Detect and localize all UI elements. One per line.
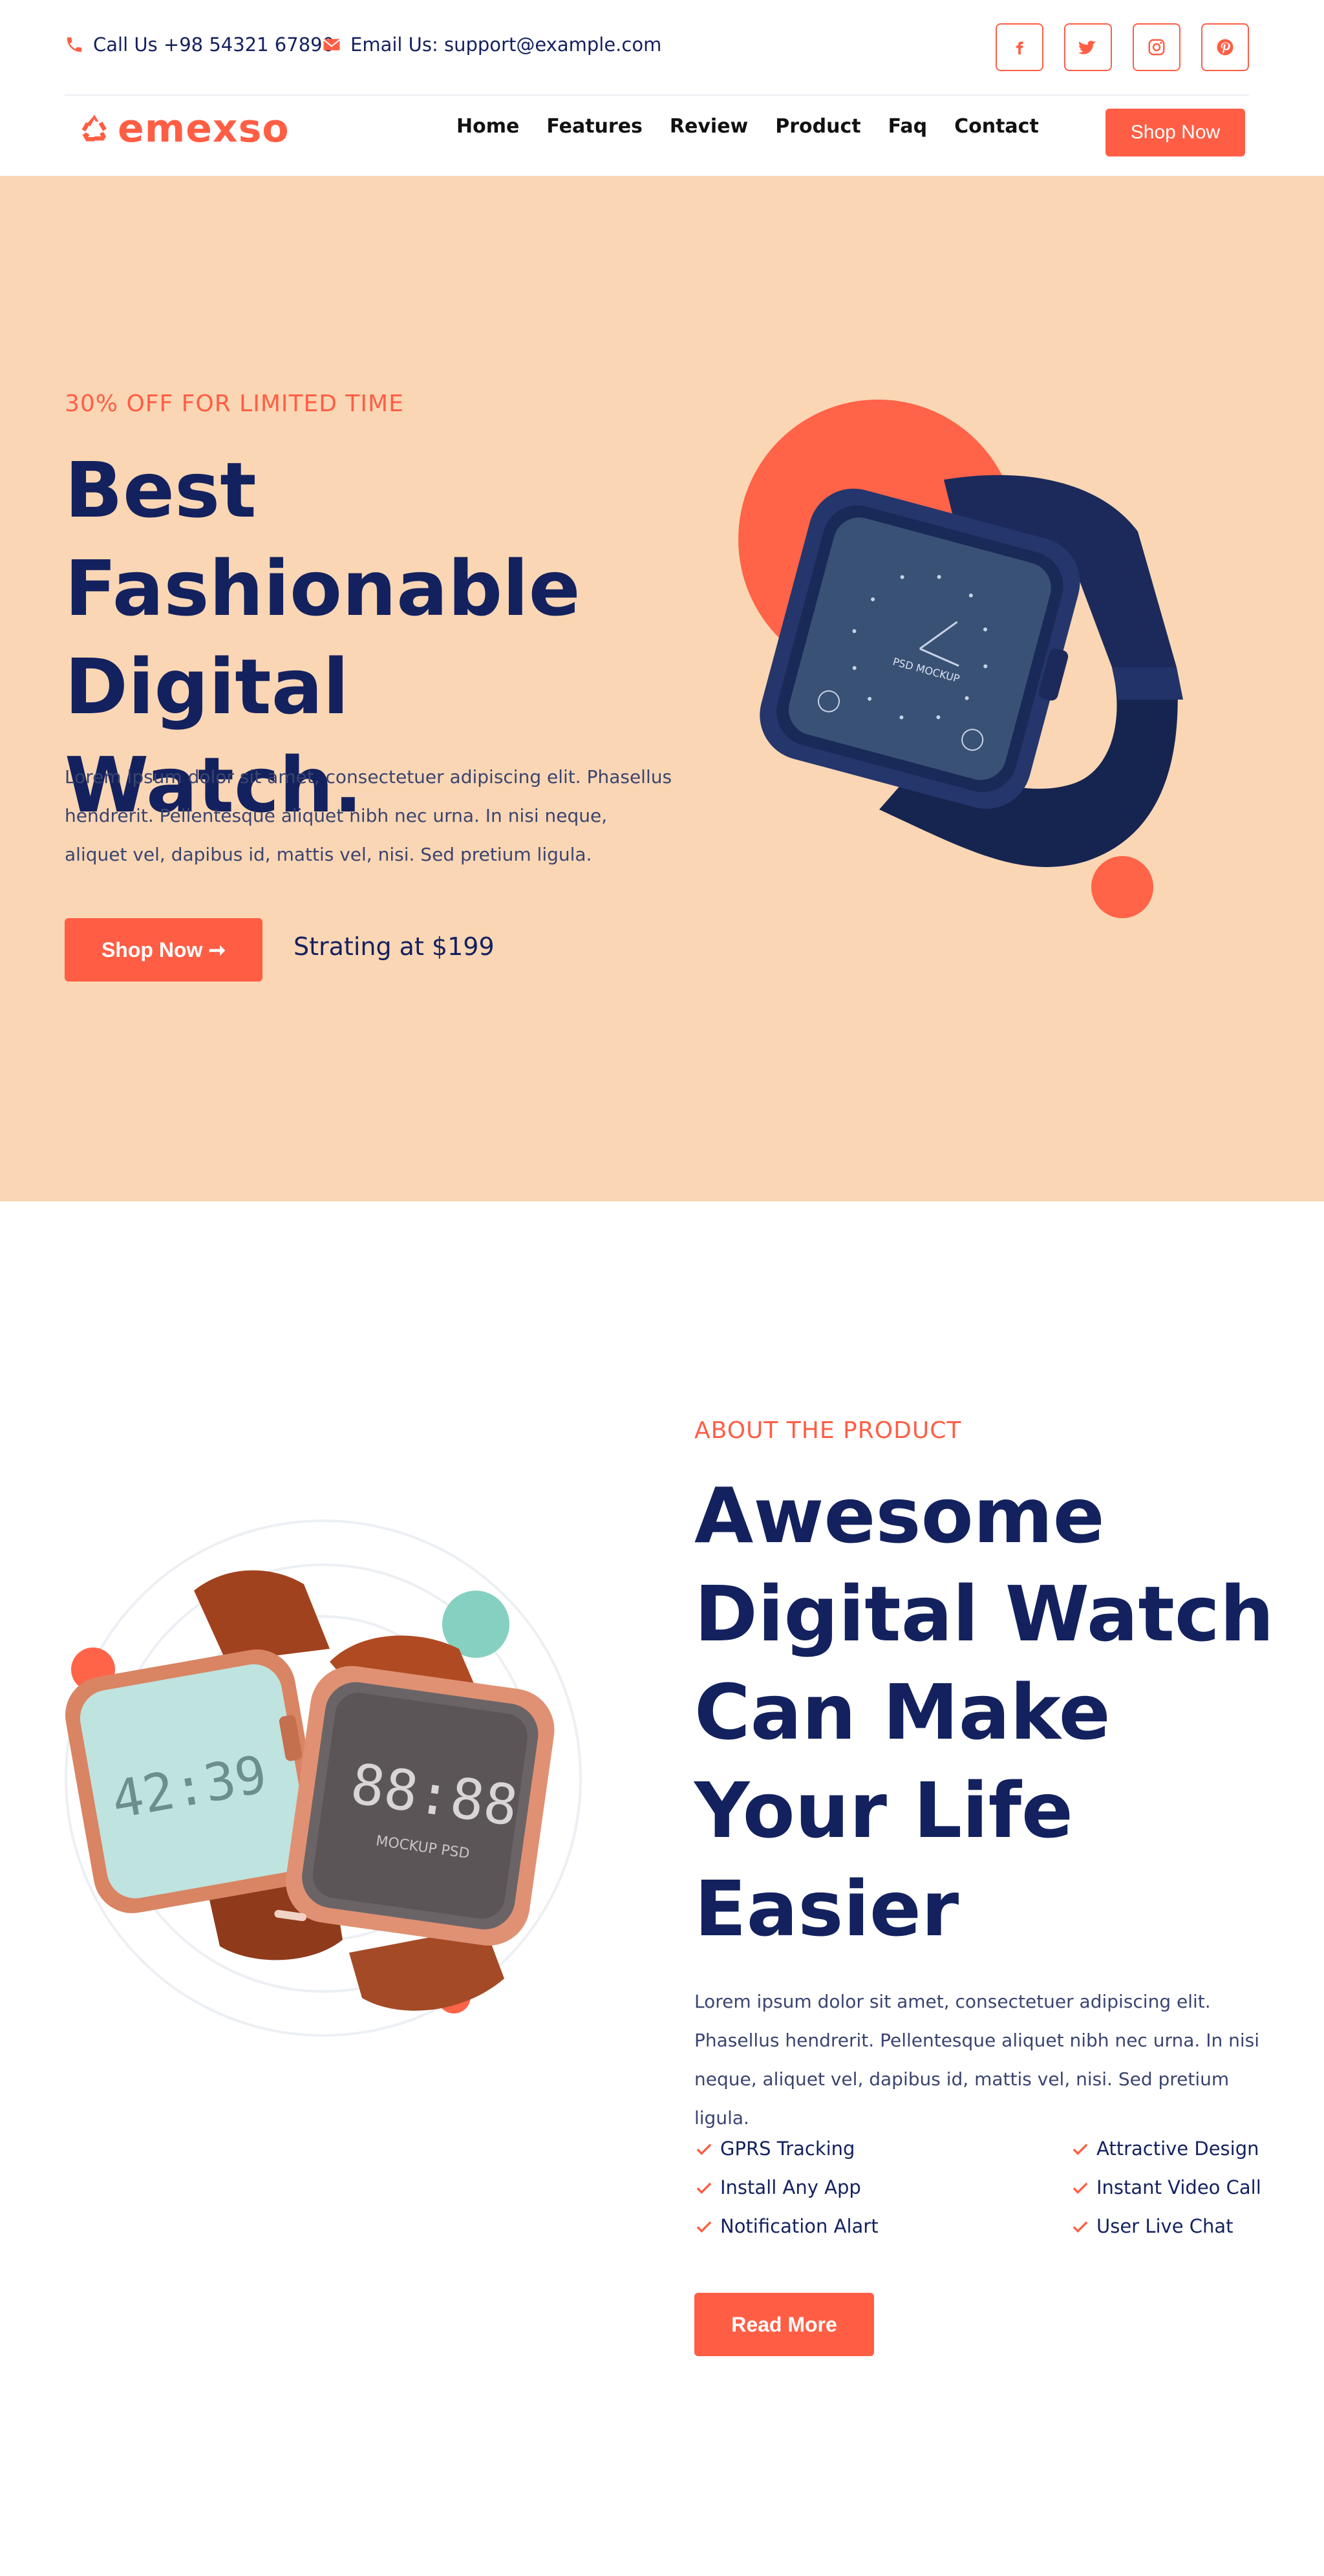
feature-item: GPRS Tracking: [694, 2138, 855, 2160]
hero-small-orange-circle: [1091, 856, 1153, 918]
about-description: Lorem ipsum dolor sit amet, consectetuer…: [694, 1991, 1259, 2129]
feature-item: User Live Chat: [1071, 2215, 1233, 2237]
hero-description: Lorem ipsum dolor sit amet, consectetuer…: [65, 766, 672, 865]
check-icon: [1073, 2221, 1088, 2233]
logo[interactable]: emexso: [78, 106, 290, 151]
nav-review[interactable]: Review: [670, 115, 748, 138]
pinterest-button[interactable]: [1201, 23, 1249, 71]
about-watches-illustration: 42:39 88:88 MOCKUP PSD: [65, 1519, 582, 2037]
hero-eyebrow: 30% OFF FOR LIMITED TIME: [65, 391, 404, 417]
hero-watch-illustration: PSD MOCKUP: [738, 400, 1183, 918]
nav-home[interactable]: Home: [456, 115, 519, 138]
feature-label: Instant Video Call: [1096, 2176, 1261, 2198]
check-icon: [696, 2143, 712, 2155]
feature-list: GPRS Tracking Install Any App Notificati…: [694, 2138, 1276, 2254]
feature-label: Notification Alart: [720, 2215, 879, 2237]
logo-text: emexso: [118, 106, 290, 151]
envelope-icon: [323, 39, 340, 50]
check-icon: [696, 2221, 712, 2233]
twitter-icon: [1078, 40, 1096, 54]
nav-contact[interactable]: Contact: [954, 115, 1039, 138]
about-title: Awesome Digital Watch Can Make Your Life…: [694, 1471, 1274, 1953]
check-icon: [1073, 2143, 1088, 2155]
phone-icon: [67, 37, 82, 52]
contact-phone[interactable]: Call Us +98 54321 67890: [65, 34, 334, 56]
main-nav: Home Features Review Product Faq Contact: [456, 115, 1039, 138]
feature-label: Attractive Design: [1096, 2138, 1259, 2160]
feature-item: Attractive Design: [1071, 2138, 1259, 2160]
header-shop-now-button[interactable]: Shop Now: [1105, 109, 1245, 156]
recycle-logo-icon: [81, 114, 108, 142]
feature-label: GPRS Tracking: [720, 2138, 855, 2160]
nav-faq[interactable]: Faq: [888, 115, 927, 138]
contact-phone-text: Call Us +98 54321 67890: [93, 34, 335, 56]
feature-item: Instant Video Call: [1071, 2176, 1261, 2198]
hero-section: 30% OFF FOR LIMITED TIME Best Fashionabl…: [0, 176, 1324, 1201]
pinterest-icon: [1217, 39, 1233, 56]
nav-features[interactable]: Features: [546, 115, 643, 138]
hero-shop-now-button[interactable]: Shop Now ➞: [65, 918, 262, 982]
feature-item: Install Any App: [694, 2176, 861, 2198]
check-icon: [1073, 2182, 1088, 2194]
facebook-icon: [1016, 41, 1023, 55]
facebook-button[interactable]: [996, 23, 1043, 71]
twitter-button[interactable]: [1064, 23, 1112, 71]
feature-label: User Live Chat: [1096, 2215, 1233, 2237]
hero-price: Strating at $199: [294, 932, 495, 961]
instagram-icon: [1148, 39, 1165, 56]
about-eyebrow: ABOUT THE PRODUCT: [694, 1417, 962, 1444]
nav-product[interactable]: Product: [775, 115, 860, 138]
feature-label: Install Any App: [720, 2176, 861, 2198]
topbar: Call Us +98 54321 67890 Email Us: suppor…: [0, 0, 1324, 96]
check-icon: [696, 2182, 712, 2194]
feature-item: Notification Alart: [694, 2215, 879, 2237]
read-more-button[interactable]: Read More: [694, 2293, 874, 2356]
contact-email-text: Email Us: support@example.com: [350, 34, 662, 56]
header: emexso Home Features Review Product Faq …: [0, 96, 1324, 176]
contact-email[interactable]: Email Us: support@example.com: [322, 34, 661, 56]
instagram-button[interactable]: [1133, 23, 1180, 71]
